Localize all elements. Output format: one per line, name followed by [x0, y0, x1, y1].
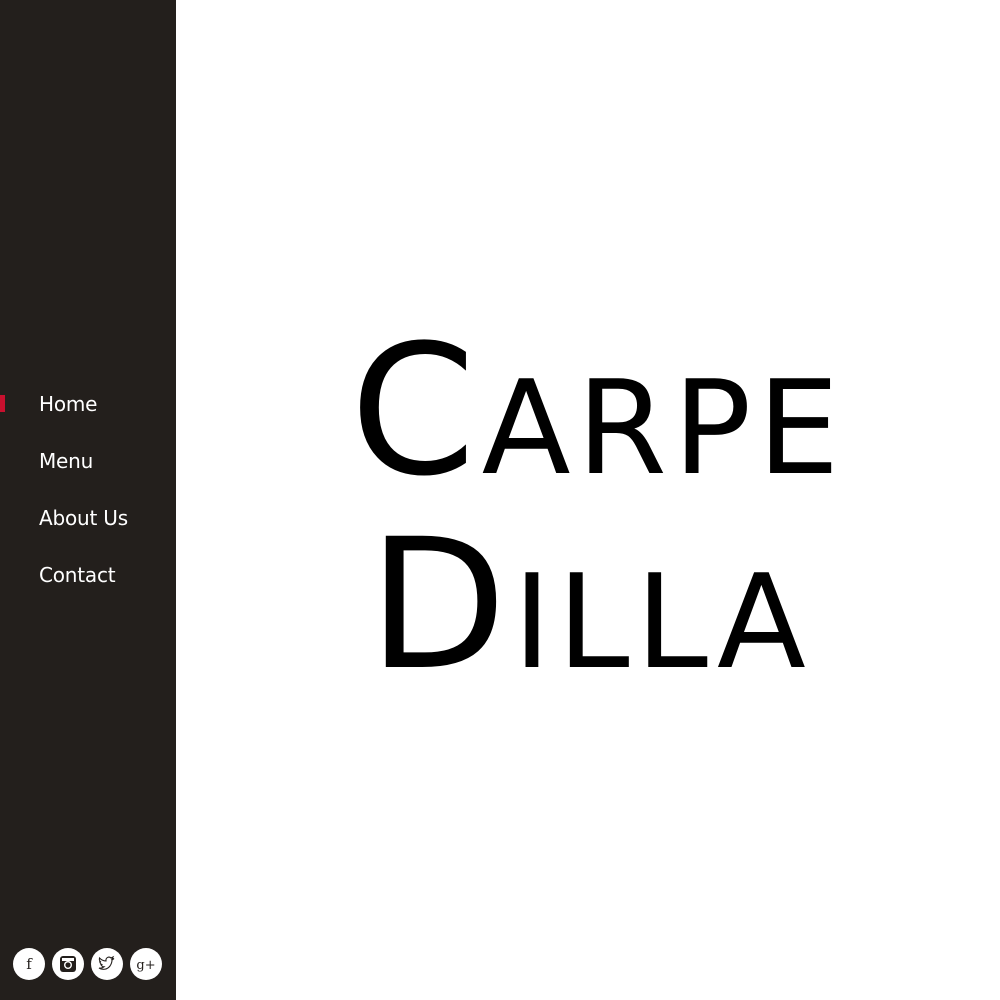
brand-logo: CARPE DILLA: [350, 322, 839, 696]
main-content: CARPE DILLA: [176, 0, 1000, 1000]
logo-rest-arpe: ARPE: [481, 352, 846, 504]
google-plus-button[interactable]: g+: [130, 948, 162, 980]
instagram-icon: [60, 956, 76, 972]
twitter-button[interactable]: [91, 948, 123, 980]
nav-item-about-us[interactable]: About Us: [0, 499, 176, 556]
logo-line-2: DILLA: [350, 516, 830, 696]
nav-item-menu[interactable]: Menu: [0, 442, 176, 499]
nav-item-contact[interactable]: Contact: [0, 556, 176, 613]
facebook-icon: f: [26, 955, 33, 973]
svg-text:g+: g+: [136, 958, 155, 973]
svg-text:f: f: [26, 955, 33, 973]
logo-initial-d: D: [368, 501, 513, 710]
social-links: f g+: [13, 948, 162, 980]
facebook-button[interactable]: f: [13, 948, 45, 980]
main-nav: Home Menu About Us Contact: [0, 385, 176, 613]
nav-item-label: About Us: [39, 506, 128, 530]
sidebar: Home Menu About Us Contact f g+: [0, 0, 176, 1000]
nav-item-home[interactable]: Home: [0, 385, 176, 442]
nav-item-label: Home: [39, 392, 98, 416]
active-indicator: [0, 395, 5, 412]
google-plus-icon: g+: [136, 958, 155, 973]
logo-initial-c: C: [350, 307, 482, 516]
nav-item-label: Menu: [39, 449, 94, 473]
logo-line-1: CARPE: [350, 322, 839, 502]
logo-rest-illa: ILLA: [512, 546, 812, 698]
nav-item-label: Contact: [39, 563, 116, 587]
instagram-button[interactable]: [52, 948, 84, 980]
twitter-icon: [98, 955, 115, 970]
